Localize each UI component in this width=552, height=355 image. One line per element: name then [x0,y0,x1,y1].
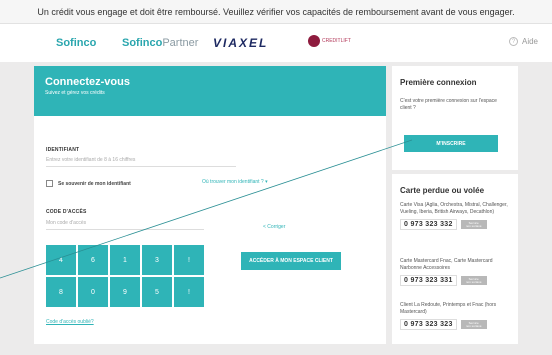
lost-card-item: Carte Visa (Aglia, Orchestra, Mistral, C… [400,202,512,230]
phone-number[interactable]: 0 973 323 332 [400,219,457,230]
first-connection-card: Première connexion C'est votre première … [392,66,518,170]
help-link[interactable]: ? Aide [508,37,538,46]
phone-number[interactable]: 0 973 323 323 [400,319,457,330]
service-tag-bottom: non surtaxé [465,279,482,284]
code-input[interactable]: Mon code d'accès [46,220,204,230]
sofinco-logo[interactable]: Sofinco [56,37,96,49]
lost-card-item: Carte Mastercard Fnac, Carte Mastercard … [400,258,512,286]
keypad-key[interactable]: 4 [46,245,76,275]
where-identifiant-link[interactable]: Où trouver mon identifiant ? ▾ [202,179,268,185]
lost-card-description: Client La Redoute, Printemps et Fnac (ho… [400,302,497,315]
creditlift-mark-icon [308,35,320,47]
lost-card-item: Client La Redoute, Printemps et Fnac (ho… [400,302,512,330]
chevron-down-icon: ▾ [265,179,268,185]
lost-card-description: Carte Mastercard Fnac, Carte Mastercard … [400,258,493,271]
remember-label: Se souvenir de mon identifiant [58,180,131,187]
access-account-button[interactable]: ACCÉDER À MON ESPACE CLIENT [241,252,341,270]
keypad-key[interactable]: ! [174,277,204,307]
keypad-key[interactable]: 8 [46,277,76,307]
creditlift-logo[interactable]: CREDITLIFT [308,35,351,47]
keypad-key[interactable]: 3 [142,245,172,275]
remember-identifiant[interactable]: Se souvenir de mon identifiant [46,180,131,187]
lost-card-panel: Carte perdue ou volée Carte Visa (Aglia,… [392,174,518,344]
keypad-key[interactable]: 0 [78,277,108,307]
service-tag: Service non surtaxé [460,276,487,285]
help-icon: ? [508,37,518,46]
service-tag-bottom: non surtaxé [465,223,482,228]
corriger-button[interactable]: < Corriger [263,224,285,230]
first-connection-description: C'est votre première connexion sur l'esp… [400,98,497,111]
service-tag-bottom: non surtaxé [465,323,482,328]
service-tag: Service non surtaxé [460,320,487,329]
login-title: Connectez-vous [45,76,130,88]
credit-warning-banner: Un crédit vous engage et doit être rembo… [0,0,552,24]
keypad-key[interactable]: 1 [110,245,140,275]
code-label: CODE D'ACCÈS [46,209,87,215]
keypad-key[interactable]: ! [174,245,204,275]
identifiant-input[interactable]: Entrez votre identifiant de 8 à 16 chiff… [46,157,236,167]
keypad-key[interactable]: 6 [78,245,108,275]
keypad-key[interactable]: 9 [110,277,140,307]
login-subtitle: Suivez et gérez vos crédits [45,90,105,96]
sofinco-partner-logo[interactable]: SofincoPartner [122,37,198,49]
identifiant-label: IDENTIFIANT [46,147,80,153]
remember-checkbox[interactable] [46,180,53,187]
phone-number[interactable]: 0 973 323 331 [400,275,457,286]
where-identifiant-text: Où trouver mon identifiant ? [202,179,264,185]
virtual-keypad: 4 6 1 3 ! 8 0 9 5 ! [46,245,204,307]
help-label: Aide [521,37,538,46]
register-button[interactable]: M'INSCRIRE [404,135,498,152]
forgot-code-link[interactable]: Code d'accès oublié? [46,319,94,325]
partner-logo-brand: Sofinco [122,37,163,49]
viaxel-logo[interactable]: VIAXEL [213,36,268,50]
creditlift-logo-text: CREDITLIFT [322,38,351,44]
first-connection-title: Première connexion [400,78,477,87]
partner-logo-word: Partner [162,37,199,49]
site-header: Sofinco SofincoPartner VIAXEL CREDITLIFT… [0,24,552,62]
lost-card-title: Carte perdue ou volée [400,186,485,195]
keypad-key[interactable]: 5 [142,277,172,307]
lost-card-description: Carte Visa (Aglia, Orchestra, Mistral, C… [400,202,508,215]
service-tag: Service non surtaxé [460,220,487,229]
login-header: Connectez-vous Suivez et gérez vos crédi… [34,66,386,116]
